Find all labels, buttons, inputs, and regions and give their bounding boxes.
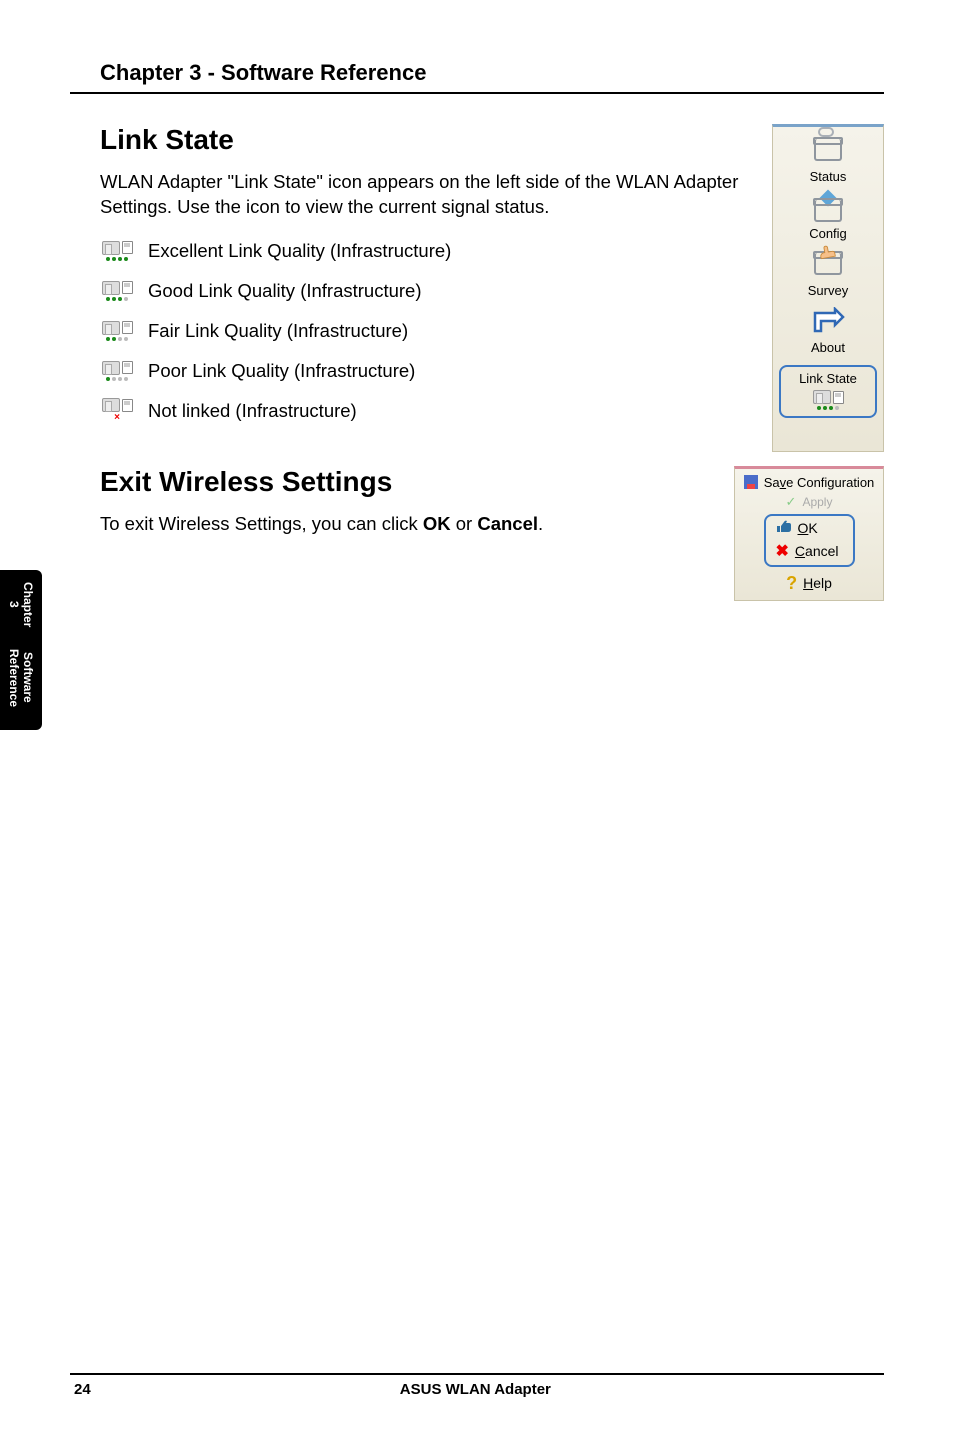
panel-item-status[interactable]: Status bbox=[773, 135, 883, 184]
save-configuration-button[interactable]: Save Configuration bbox=[744, 475, 875, 490]
panel-item-survey[interactable]: Survey bbox=[773, 249, 883, 298]
panel-label: Survey bbox=[808, 283, 848, 298]
list-item-label: Excellent Link Quality (Infrastructure) bbox=[148, 240, 451, 262]
about-icon bbox=[809, 306, 847, 336]
signal-poor-icon bbox=[100, 356, 134, 386]
status-icon bbox=[809, 135, 847, 165]
help-icon: ? bbox=[786, 573, 797, 594]
settings-panel: Status Config Survey bbox=[772, 124, 884, 452]
divider bbox=[70, 1373, 884, 1375]
config-save-panel: Save Configuration ✓ Apply OK ✖ Cancel bbox=[734, 466, 884, 601]
survey-icon bbox=[809, 249, 847, 279]
exit-heading: Exit Wireless Settings bbox=[100, 466, 714, 498]
list-item: Fair Link Quality (Infrastructure) bbox=[100, 316, 752, 346]
check-icon: ✓ bbox=[786, 494, 797, 510]
list-item: Good Link Quality (Infrastructure) bbox=[100, 276, 752, 306]
side-tab-sub: Software Reference bbox=[7, 637, 35, 718]
panel-label: Config bbox=[809, 226, 847, 241]
chapter-header: Chapter 3 - Software Reference bbox=[70, 60, 884, 86]
cancel-button[interactable]: ✖ Cancel bbox=[776, 541, 839, 561]
link-quality-list: Excellent Link Quality (Infrastructure) … bbox=[100, 236, 752, 426]
apply-label: Apply bbox=[802, 495, 832, 509]
list-item-label: Fair Link Quality (Infrastructure) bbox=[148, 320, 408, 342]
save-icon bbox=[744, 475, 758, 489]
link-state-body: WLAN Adapter "Link State" icon appears o… bbox=[100, 170, 752, 220]
side-tab-chapter: Chapter 3 bbox=[7, 582, 35, 627]
help-button[interactable]: ? Help bbox=[786, 573, 832, 594]
ok-button[interactable]: OK bbox=[776, 520, 839, 537]
apply-button: ✓ Apply bbox=[786, 494, 833, 510]
ok-label: OK bbox=[798, 520, 818, 536]
panel-link-state-label: Link State bbox=[799, 371, 857, 386]
ok-cancel-group: OK ✖ Cancel bbox=[764, 514, 855, 567]
footer-title: ASUS WLAN Adapter bbox=[400, 1381, 551, 1398]
ok-icon bbox=[776, 520, 792, 537]
list-item: Poor Link Quality (Infrastructure) bbox=[100, 356, 752, 386]
panel-item-config[interactable]: Config bbox=[773, 192, 883, 241]
list-item-label: Good Link Quality (Infrastructure) bbox=[148, 280, 422, 302]
list-item-label: Not linked (Infrastructure) bbox=[148, 400, 357, 422]
cancel-label: Cancel bbox=[795, 543, 839, 559]
link-state-heading: Link State bbox=[100, 124, 752, 156]
signal-none-icon: × bbox=[100, 396, 134, 426]
save-label: Save Configuration bbox=[764, 475, 875, 490]
link-state-icon bbox=[813, 390, 844, 410]
side-chapter-tab: Chapter 3 Software Reference bbox=[0, 570, 42, 730]
signal-fair-icon bbox=[100, 316, 134, 346]
exit-body: To exit Wireless Settings, you can click… bbox=[100, 512, 714, 537]
footer: 24 ASUS WLAN Adapter bbox=[70, 1373, 884, 1398]
panel-link-state-box: Link State bbox=[779, 365, 877, 418]
panel-label: Status bbox=[810, 169, 847, 184]
panel-label: About bbox=[811, 340, 845, 355]
signal-good-icon bbox=[100, 276, 134, 306]
list-item-label: Poor Link Quality (Infrastructure) bbox=[148, 360, 415, 382]
divider bbox=[70, 92, 884, 94]
signal-excellent-icon bbox=[100, 236, 134, 266]
list-item: Excellent Link Quality (Infrastructure) bbox=[100, 236, 752, 266]
list-item: × Not linked (Infrastructure) bbox=[100, 396, 752, 426]
help-label: Help bbox=[803, 575, 832, 591]
page-number: 24 bbox=[74, 1381, 91, 1398]
config-icon bbox=[809, 192, 847, 222]
close-icon: ✖ bbox=[776, 541, 789, 561]
panel-item-about[interactable]: About bbox=[773, 306, 883, 355]
